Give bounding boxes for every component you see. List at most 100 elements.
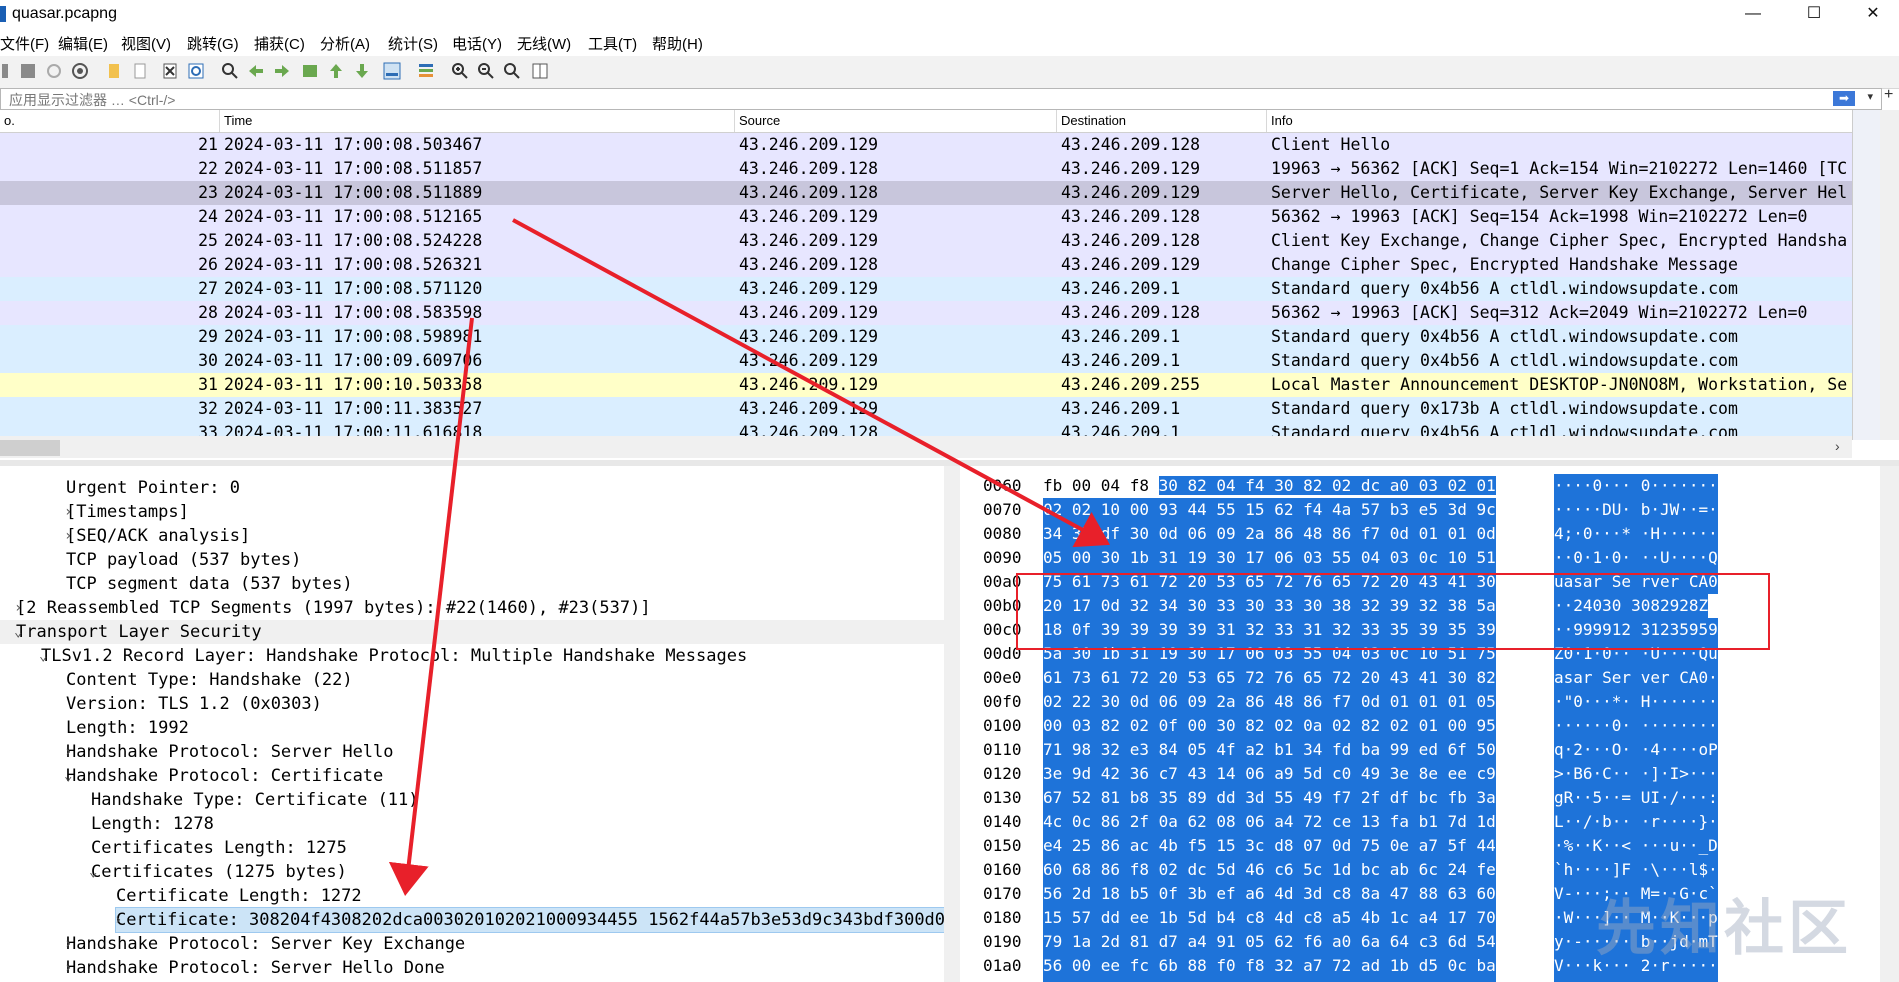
bytes-vscrollbar[interactable] [1880, 466, 1899, 982]
packet-row[interactable]: 32 2024-03-11 17:00:11.383527 43.246.209.1… [0, 397, 1852, 421]
zoom-reset-icon[interactable] [502, 61, 522, 81]
hex-bytes[interactable]: 5a 30 1b 31 19 30 17 06 03 55 04 03 0c 1… [1043, 642, 1496, 666]
column-no[interactable]: o. [0, 110, 220, 132]
hex-bytes[interactable]: 18 0f 39 39 39 39 31 32 33 31 32 33 35 3… [1043, 618, 1496, 642]
zoom-out-icon[interactable] [476, 61, 496, 81]
add-filter-button[interactable]: + [1884, 86, 1893, 104]
go-forward-icon[interactable] [272, 61, 292, 81]
shark-fin-icon[interactable] [0, 61, 20, 81]
hex-ascii[interactable]: asar Ser ver CA0· [1554, 666, 1718, 690]
hex-ascii[interactable]: q·2···O· ·4····oP [1554, 738, 1718, 762]
hex-ascii[interactable]: Z0·1·0·· ·U····Qu [1554, 642, 1718, 666]
hex-bytes[interactable]: 00 03 82 02 0f 00 30 82 02 0a 02 82 02 0… [1043, 714, 1496, 738]
last-packet-icon[interactable] [352, 61, 372, 81]
detail-node[interactable]: Urgent Pointer: 0 [66, 476, 240, 500]
hex-ascii[interactable]: gR··5··= UI·/···: [1554, 786, 1718, 810]
hex-bytes[interactable]: 20 17 0d 32 34 30 33 30 33 30 38 32 39 3… [1043, 594, 1496, 618]
detail-node[interactable]: ⌄ Transport Layer Security [0, 620, 944, 644]
column-destination[interactable]: Destination [1057, 110, 1267, 132]
packet-row[interactable]: 21 2024-03-11 17:00:08.503467 43.246.209.1… [0, 133, 1852, 157]
detail-node[interactable]: TCP segment data (537 bytes) [66, 572, 353, 596]
hex-ascii[interactable]: ·······= ·!···yU? [1554, 978, 1718, 982]
menu-tools[interactable]: 工具(T) [588, 33, 637, 54]
display-filter-input[interactable]: 应用显示过滤器 … <Ctrl-/> [9, 90, 175, 110]
menu-help[interactable]: 帮助(H) [652, 33, 703, 54]
detail-node[interactable]: › [SEQ/ACK analysis] [64, 524, 250, 548]
packet-row[interactable]: 27 2024-03-11 17:00:08.571120 43.246.209.1… [0, 277, 1852, 301]
expand-icon[interactable]: › [64, 956, 72, 980]
reload-icon[interactable] [186, 61, 206, 81]
packet-list[interactable]: o. Time Source Destination Info 21 2024-0… [0, 110, 1852, 440]
hex-bytes[interactable]: 79 1a 2d 81 d7 a4 91 05 62 f6 a0 6a 64 c… [1043, 930, 1496, 954]
detail-node[interactable]: › [Timestamps] [64, 500, 189, 524]
hex-bytes[interactable]: 67 52 81 b8 35 89 dd 3d 55 49 f7 2f df b… [1043, 786, 1496, 810]
detail-node[interactable]: Certificate Length: 1272 [116, 884, 362, 908]
expand-icon[interactable]: › [14, 596, 22, 620]
detail-node[interactable]: › Handshake Protocol: Server Hello Done [64, 956, 445, 980]
packet-row[interactable]: 23 2024-03-11 17:00:08.511889 43.246.209.1… [0, 181, 1852, 205]
restart-icon[interactable] [44, 61, 64, 81]
zoom-in-icon[interactable] [450, 61, 470, 81]
hex-ascii[interactable]: ··0·1·0· ··U····Q [1554, 546, 1718, 570]
hex-bytes[interactable]: 56 2d 18 b5 0f 3b ef a6 4d 3d c8 8a 47 8… [1043, 882, 1496, 906]
detail-node[interactable]: Length: 1278 [91, 812, 214, 836]
collapse-icon[interactable]: ⌄ [39, 644, 47, 668]
stop-icon[interactable] [18, 61, 38, 81]
hex-bytes[interactable]: 61 73 61 72 20 53 65 72 76 65 72 20 43 4… [1043, 666, 1496, 690]
detail-node[interactable]: › Handshake Protocol: Server Hello [64, 740, 394, 764]
details-vscrollbar[interactable] [944, 466, 960, 982]
detail-node[interactable]: Content Type: Handshake (22) [66, 668, 353, 692]
hex-bytes[interactable]: fb 00 04 f8 30 82 04 f4 30 82 02 dc a0 0… [1043, 474, 1496, 498]
expand-icon[interactable]: › [64, 500, 72, 524]
apply-filter-icon[interactable]: ➡ [1833, 91, 1855, 106]
go-back-icon[interactable] [246, 61, 266, 81]
packet-row[interactable]: 22 2024-03-11 17:00:08.511857 43.246.209.1… [0, 157, 1852, 181]
packet-row[interactable]: 24 2024-03-11 17:00:08.512165 43.246.209.1… [0, 205, 1852, 229]
menu-telephony[interactable]: 电话(Y) [452, 33, 502, 54]
detail-node[interactable]: › Certificate: 308204f4308202dca003020102… [114, 907, 960, 933]
expand-icon[interactable]: › [64, 932, 72, 956]
open-file-icon[interactable] [104, 61, 124, 81]
hex-bytes[interactable]: 71 98 32 e3 84 05 4f a2 b1 34 fd ba 99 e… [1043, 738, 1496, 762]
packet-row[interactable]: 29 2024-03-11 17:00:08.598981 43.246.209.1… [0, 325, 1852, 349]
colorize-icon[interactable] [416, 61, 436, 81]
first-packet-icon[interactable] [326, 61, 346, 81]
menu-go[interactable]: 跳转(G) [187, 33, 239, 54]
hex-bytes[interactable]: 60 68 86 f8 02 dc 5d 46 c6 5c 1d bc ab 6… [1043, 858, 1496, 882]
column-time[interactable]: Time [220, 110, 735, 132]
column-source[interactable]: Source [735, 110, 1057, 132]
hex-ascii[interactable]: >·B6·C·· ·]·I>··· [1554, 762, 1718, 786]
column-info[interactable]: Info [1267, 110, 1852, 132]
packet-list-hscroll-thumb[interactable] [0, 440, 60, 456]
filter-dropdown-icon[interactable]: ▾ [1867, 90, 1873, 103]
hex-ascii[interactable]: ·····DU· b·JW··=· [1554, 498, 1718, 522]
hex-ascii[interactable]: L··/·b·· ·r····}· [1554, 810, 1718, 834]
hex-bytes[interactable]: 75 61 73 61 72 20 53 65 72 76 65 72 20 4… [1043, 570, 1496, 594]
menu-view[interactable]: 视图(V) [121, 33, 171, 54]
packet-row[interactable]: 30 2024-03-11 17:00:09.609706 43.246.209.1… [0, 349, 1852, 373]
menu-statistics[interactable]: 统计(S) [388, 33, 438, 54]
hex-ascii[interactable]: uasar Se rver CA0 [1554, 570, 1718, 594]
menu-analyze[interactable]: 分析(A) [320, 33, 370, 54]
collapse-icon[interactable]: ⌄ [89, 860, 97, 884]
minimize-button[interactable]: — [1731, 2, 1775, 26]
close-button[interactable]: ✕ [1851, 2, 1895, 26]
detail-node[interactable]: › [2 Reassembled TCP Segments (1997 bytes… [14, 596, 651, 620]
hex-ascii[interactable]: 4;·0···* ·H······ [1554, 522, 1718, 546]
detail-node[interactable]: ⌄ Handshake Protocol: Certificate [64, 764, 383, 788]
detail-node[interactable]: ⌄ Certificates (1275 bytes) [89, 860, 347, 884]
go-to-packet-icon[interactable] [300, 61, 320, 81]
expand-icon[interactable]: › [114, 908, 122, 932]
detail-node[interactable]: ⌄ TLSv1.2 Record Layer: Handshake Protoco… [39, 644, 747, 668]
menu-capture[interactable]: 捕获(C) [254, 33, 305, 54]
collapse-icon[interactable]: ⌄ [64, 764, 72, 788]
menu-file[interactable]: 文件(F) [0, 33, 49, 54]
expand-icon[interactable]: › [64, 740, 72, 764]
hex-bytes[interactable]: 15 57 dd ee 1b 5d b4 c8 4d c8 a5 4b 1c a… [1043, 906, 1496, 930]
detail-node[interactable]: Handshake Type: Certificate (11) [91, 788, 419, 812]
find-icon[interactable] [220, 61, 240, 81]
autoscroll-icon[interactable] [382, 61, 402, 81]
packet-list-hscrollbar[interactable] [0, 436, 1852, 458]
hex-bytes[interactable]: 56 00 ee fc 6b 88 f0 f8 32 a7 72 ad 1b d… [1043, 954, 1496, 978]
hex-bytes[interactable]: 3e 9d 42 36 c7 43 14 06 a9 5d c0 49 3e 8… [1043, 762, 1496, 786]
